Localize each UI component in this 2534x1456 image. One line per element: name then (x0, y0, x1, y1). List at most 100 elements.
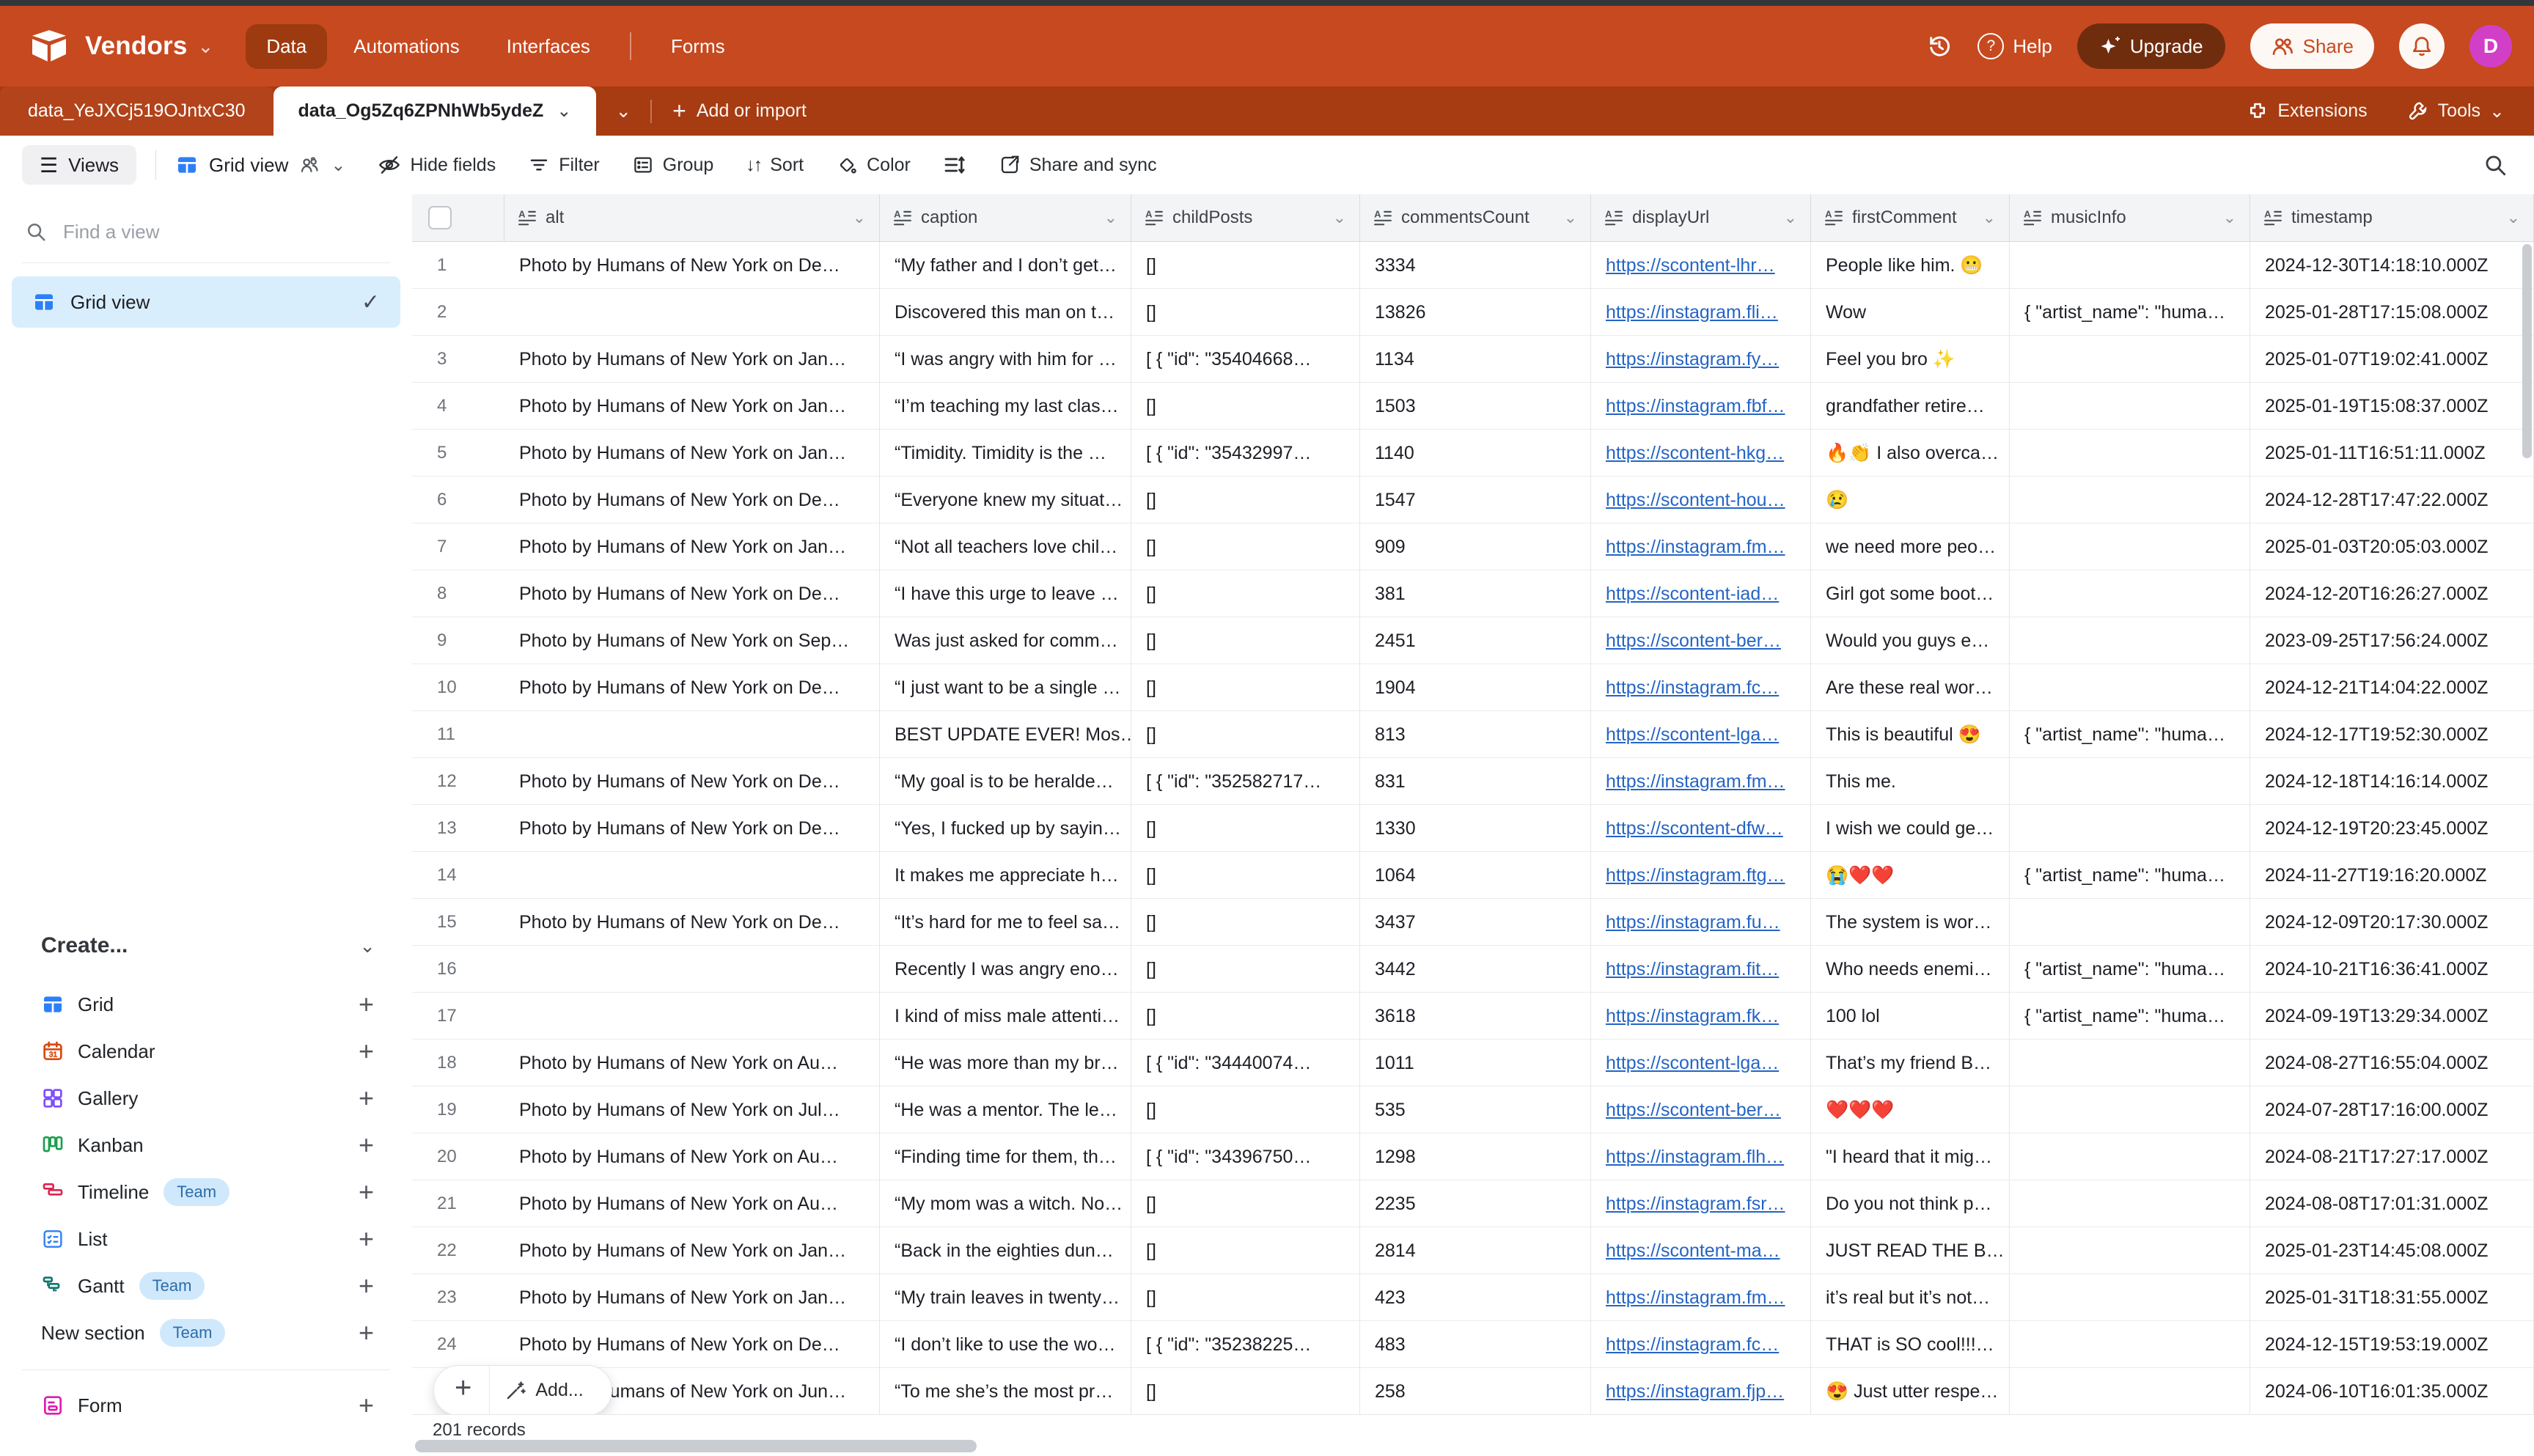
row-number[interactable]: 1 (412, 242, 504, 289)
cell-childPosts[interactable]: [] (1131, 946, 1360, 993)
cell-displayUrl[interactable]: https://instagram.fc… (1591, 664, 1811, 711)
cell-musicInfo[interactable] (2010, 430, 2250, 477)
cell-childPosts[interactable]: [ { "id": "352582717… (1131, 758, 1360, 805)
cell-commentsCount[interactable]: 2451 (1360, 617, 1591, 664)
cell-timestamp[interactable]: 2024-07-28T17:16:00.000Z (2250, 1087, 2534, 1133)
create-item-form[interactable]: Form + (0, 1382, 412, 1429)
nav-tab-forms[interactable]: Forms (650, 24, 746, 69)
cell-musicInfo[interactable] (2010, 1133, 2250, 1180)
cell-firstComment[interactable]: 😭❤️❤️ (1811, 852, 2010, 899)
cell-displayUrl[interactable]: https://scontent-ber… (1591, 1087, 1811, 1133)
cell-alt[interactable]: Photo by Humans of New York on Jan… (504, 1227, 880, 1274)
cell-displayUrl[interactable]: https://scontent-ber… (1591, 617, 1811, 664)
cell-childPosts[interactable]: [] (1131, 1227, 1360, 1274)
cell-musicInfo[interactable] (2010, 1087, 2250, 1133)
cell-timestamp[interactable]: 2024-12-17T19:52:30.000Z (2250, 711, 2534, 758)
cell-childPosts[interactable]: [] (1131, 570, 1360, 617)
display-url-link[interactable]: https://scontent-hou… (1606, 490, 1785, 511)
column-chevron-down-icon[interactable]: ⌄ (1333, 208, 1346, 227)
cell-childPosts[interactable]: [] (1131, 993, 1360, 1040)
cell-alt[interactable]: Photo by Humans of New York on De… (504, 899, 880, 946)
column-header-commentsCount[interactable]: AcommentsCount⌄ (1360, 194, 1591, 242)
create-item-calendar[interactable]: 31Calendar+ (0, 1028, 412, 1075)
cell-alt[interactable]: Photo by Humans of New York on Au… (504, 1133, 880, 1180)
add-view-plus-icon[interactable]: + (359, 1132, 374, 1158)
cell-alt[interactable]: Photo by Humans of New York on De… (504, 805, 880, 852)
cell-caption[interactable]: I kind of miss male attenti… (880, 993, 1131, 1040)
workspace-name[interactable]: Vendors (85, 32, 188, 61)
row-number[interactable]: 17 (412, 993, 504, 1040)
cell-firstComment[interactable]: THAT is SO cool!!!… (1811, 1321, 2010, 1368)
display-url-link[interactable]: https://instagram.fu… (1606, 912, 1780, 933)
cell-displayUrl[interactable]: https://scontent-lga… (1591, 711, 1811, 758)
cell-timestamp[interactable]: 2024-12-15T19:53:19.000Z (2250, 1321, 2534, 1368)
cell-caption[interactable]: “Everyone knew my situat… (880, 477, 1131, 523)
cell-displayUrl[interactable]: https://instagram.fm… (1591, 523, 1811, 570)
cell-musicInfo[interactable] (2010, 570, 2250, 617)
cell-timestamp[interactable]: 2024-12-21T14:04:22.000Z (2250, 664, 2534, 711)
cell-timestamp[interactable]: 2025-01-11T16:51:11.000Z (2250, 430, 2534, 477)
row-number[interactable]: 12 (412, 758, 504, 805)
column-chevron-down-icon[interactable]: ⌄ (2223, 208, 2236, 227)
cell-caption[interactable]: “I’m teaching my last clas… (880, 383, 1131, 430)
cell-timestamp[interactable]: 2024-12-28T17:47:22.000Z (2250, 477, 2534, 523)
cell-displayUrl[interactable]: https://instagram.fu… (1591, 899, 1811, 946)
cell-displayUrl[interactable]: https://scontent-hou… (1591, 477, 1811, 523)
cell-firstComment[interactable]: Would you guys e… (1811, 617, 2010, 664)
share-button[interactable]: Share (2250, 23, 2374, 69)
row-number[interactable]: 13 (412, 805, 504, 852)
horizontal-scrollbar[interactable] (415, 1440, 977, 1452)
cell-firstComment[interactable]: 😍 Just utter respe… (1811, 1368, 2010, 1415)
cell-alt[interactable] (504, 289, 880, 336)
create-item-timeline[interactable]: TimelineTeam+ (0, 1169, 412, 1216)
column-chevron-down-icon[interactable]: ⌄ (1983, 208, 1996, 227)
cell-childPosts[interactable]: [] (1131, 617, 1360, 664)
cell-childPosts[interactable]: [ { "id": "35432997… (1131, 430, 1360, 477)
display-url-link[interactable]: https://scontent-ber… (1606, 630, 1781, 652)
row-number[interactable]: 9 (412, 617, 504, 664)
cell-childPosts[interactable]: [] (1131, 664, 1360, 711)
column-header-firstComment[interactable]: AfirstComment⌄ (1811, 194, 2010, 242)
add-view-plus-icon[interactable]: + (359, 1273, 374, 1299)
cell-musicInfo[interactable]: { "artist_name": "huma… (2010, 993, 2250, 1040)
row-number[interactable]: 7 (412, 523, 504, 570)
cell-caption[interactable]: Recently I was angry eno… (880, 946, 1131, 993)
help-button[interactable]: ? Help (1977, 33, 2052, 59)
cell-commentsCount[interactable]: 13826 (1360, 289, 1591, 336)
cell-commentsCount[interactable]: 3334 (1360, 242, 1591, 289)
cell-firstComment[interactable]: we need more peo… (1811, 523, 2010, 570)
extensions-button[interactable]: Extensions (2247, 100, 2367, 122)
cell-musicInfo[interactable] (2010, 477, 2250, 523)
cell-timestamp[interactable]: 2025-01-31T18:31:55.000Z (2250, 1274, 2534, 1321)
cell-alt[interactable]: Photo by Humans of New York on De… (504, 477, 880, 523)
cell-musicInfo[interactable] (2010, 1321, 2250, 1368)
cell-musicInfo[interactable] (2010, 758, 2250, 805)
cell-displayUrl[interactable]: https://instagram.flh… (1591, 1133, 1811, 1180)
cell-commentsCount[interactable]: 831 (1360, 758, 1591, 805)
cell-firstComment[interactable]: Are these real wor… (1811, 664, 2010, 711)
row-number[interactable]: 6 (412, 477, 504, 523)
add-view-plus-icon[interactable]: + (359, 1179, 374, 1205)
cell-caption[interactable]: “Yes, I fucked up by sayin… (880, 805, 1131, 852)
nav-tab-automations[interactable]: Automations (333, 24, 480, 69)
column-chevron-down-icon[interactable]: ⌄ (1564, 208, 1577, 227)
cell-alt[interactable]: Photo by Humans of New York on De… (504, 758, 880, 805)
cell-musicInfo[interactable]: { "artist_name": "huma… (2010, 711, 2250, 758)
cell-timestamp[interactable]: 2024-12-19T20:23:45.000Z (2250, 805, 2534, 852)
create-item-kanban[interactable]: Kanban+ (0, 1122, 412, 1169)
cell-alt[interactable]: Photo by Humans of New York on De… (504, 242, 880, 289)
add-view-plus-icon[interactable]: + (359, 1038, 374, 1065)
cell-caption[interactable]: BEST UPDATE EVER! Mos… (880, 711, 1131, 758)
row-number[interactable]: 22 (412, 1227, 504, 1274)
display-url-link[interactable]: https://instagram.fm… (1606, 771, 1785, 793)
row-number[interactable]: 24 (412, 1321, 504, 1368)
cell-musicInfo[interactable] (2010, 1227, 2250, 1274)
display-url-link[interactable]: https://scontent-iad… (1606, 584, 1779, 605)
cell-displayUrl[interactable]: https://scontent-lhr… (1591, 242, 1811, 289)
cell-commentsCount[interactable]: 1064 (1360, 852, 1591, 899)
cell-musicInfo[interactable] (2010, 383, 2250, 430)
cell-firstComment[interactable]: "I heard that it mig… (1811, 1133, 2010, 1180)
display-url-link[interactable]: https://scontent-ber… (1606, 1100, 1781, 1121)
cell-timestamp[interactable]: 2024-08-27T16:55:04.000Z (2250, 1040, 2534, 1087)
column-chevron-down-icon[interactable]: ⌄ (1784, 208, 1797, 227)
